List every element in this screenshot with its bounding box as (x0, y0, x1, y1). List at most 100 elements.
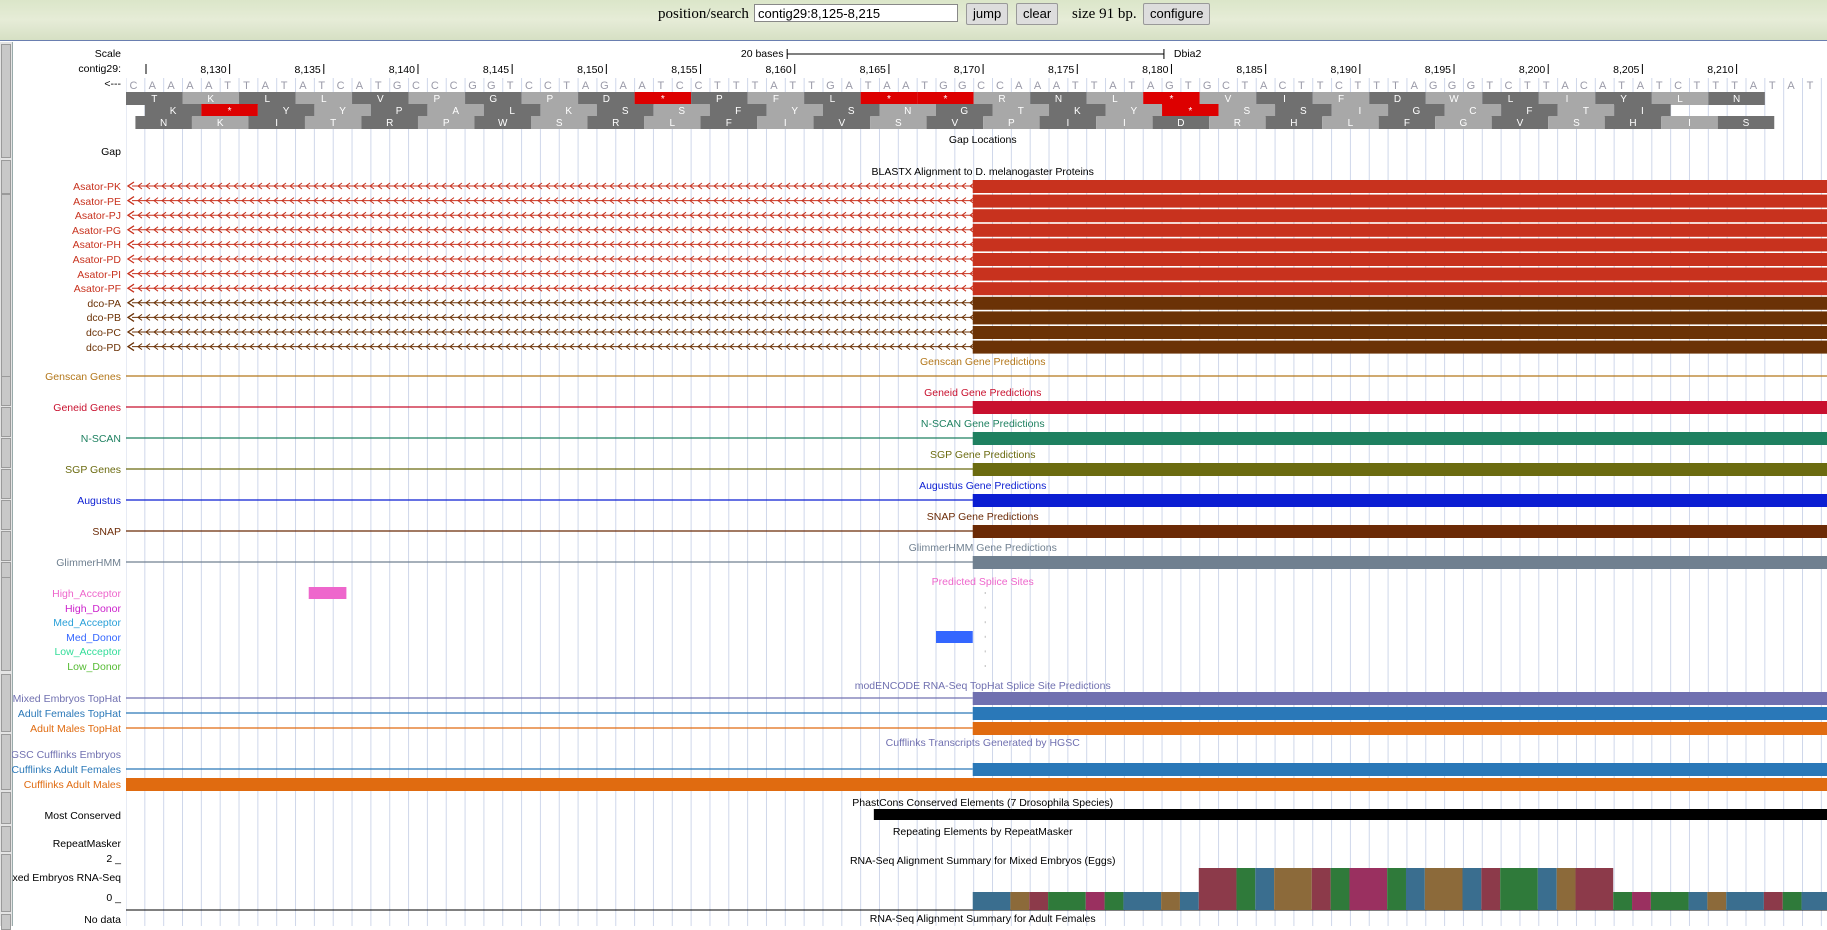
track-drag-handle[interactable] (1, 500, 11, 530)
track-drag-handle[interactable] (1, 469, 11, 499)
splice-item-label[interactable]: High_Acceptor (52, 588, 121, 600)
gene-prediction-title: N-SCAN Gene Predictions (921, 418, 1045, 430)
cufflinks-item-label[interactable]: Cufflinks Adult Males (24, 779, 121, 791)
dna-base: G (1165, 80, 1174, 92)
tophat-item-label[interactable]: Adult Females TopHat (18, 708, 121, 720)
strand-arrow-label[interactable]: <--- (104, 78, 121, 90)
gap-track-label[interactable]: Gap (101, 146, 121, 158)
position-search-input[interactable] (754, 4, 958, 22)
dna-base: T (1807, 80, 1814, 92)
amino-acid-letter: G (1412, 106, 1420, 117)
dna-base: G (1448, 80, 1457, 92)
scale-label[interactable]: Scale (95, 48, 121, 60)
track-drag-handle[interactable] (1, 160, 11, 194)
amino-acid-letter: Y (339, 106, 346, 117)
splice-item-label[interactable]: Low_Acceptor (54, 646, 121, 658)
track-drag-handle[interactable] (1, 674, 11, 732)
dna-base: C (676, 80, 684, 92)
cufflinks-block (972, 763, 1827, 776)
dna-base: C (431, 80, 439, 92)
rnaseq-coverage-bar (1198, 868, 1237, 910)
amino-acid-letter: K (1074, 106, 1081, 117)
dna-base: T (224, 80, 231, 92)
gene-prediction-label[interactable]: Geneid Genes (53, 402, 121, 414)
tophat-item-label[interactable]: Mixed Embryos TopHat (13, 693, 121, 705)
phastcons-label[interactable]: Most Conserved (45, 810, 121, 822)
tophat-item-label[interactable]: Adult Males TopHat (30, 723, 121, 735)
rnaseq-coverage-bar (1632, 892, 1651, 910)
jump-button[interactable]: jump (966, 3, 1009, 25)
contig-label[interactable]: contig29: (78, 63, 121, 75)
blastx-item-label[interactable]: dco-PA (87, 298, 121, 310)
track-drag-handle[interactable] (1, 376, 11, 406)
dna-base: G (958, 80, 967, 92)
blastx-item-label[interactable]: Asator-PD (73, 254, 121, 266)
bottom-track-label[interactable]: No data (84, 914, 121, 926)
rnaseq-ymin-label[interactable]: 0 _ (106, 892, 121, 904)
amino-acid-letter: I (1066, 118, 1069, 129)
repeatmasker-label[interactable]: RepeatMasker (53, 838, 121, 850)
cufflinks-track-title: Cufflinks Transcripts Generated by HGSC (886, 737, 1081, 749)
blastx-item-label[interactable]: Asator-PJ (75, 210, 121, 222)
track-drag-handle[interactable] (1, 914, 11, 930)
amino-acid-letter: * (1170, 94, 1174, 105)
track-drag-handle[interactable] (1, 531, 11, 561)
blastx-item-label[interactable]: dco-PB (87, 312, 121, 324)
high-acceptor-block (308, 587, 347, 599)
splice-item-label[interactable]: Med_Donor (66, 632, 121, 644)
track-drag-handle[interactable] (1, 854, 11, 912)
track-drag-handle[interactable] (1, 826, 11, 852)
gene-prediction-title: Geneid Gene Predictions (924, 387, 1041, 399)
splice-item-label[interactable]: Med_Acceptor (53, 617, 121, 629)
dna-base: T (507, 80, 514, 92)
gene-prediction-label[interactable]: SNAP (92, 526, 121, 538)
clear-button[interactable]: clear (1016, 3, 1059, 25)
track-drag-handle[interactable] (1, 44, 11, 158)
gene-prediction-label[interactable]: Augustus (77, 495, 121, 507)
track-drag-handle[interactable] (1, 792, 11, 824)
splice-item-label[interactable]: High_Donor (65, 603, 121, 615)
amino-acid-letter: L (264, 94, 270, 105)
blastx-item-label[interactable]: Asator-PH (73, 239, 121, 251)
blastx-item-label[interactable]: dco-PC (86, 327, 121, 339)
amino-acid-letter: Y (791, 106, 798, 117)
amino-acid-letter: W (498, 118, 508, 129)
track-image-area[interactable]: 20 bases Dbia2 8,130 8,135 8,140 8,145 8,150 8,… (126, 42, 1827, 926)
blastx-item-label[interactable]: dco-PD (86, 342, 121, 354)
gene-prediction-label[interactable]: N-SCAN (81, 433, 121, 445)
configure-button[interactable]: configure (1143, 3, 1211, 25)
amino-acid-letter: S (1743, 118, 1750, 129)
dna-base: T (752, 80, 759, 92)
gene-prediction-label[interactable]: SGP Genes (65, 464, 121, 476)
cufflinks-item-label[interactable]: HGSC Cufflinks Embryos (12, 749, 121, 761)
dna-base: A (1034, 80, 1042, 92)
splice-tick (984, 621, 986, 624)
track-drag-handle[interactable] (1, 438, 11, 468)
amino-acid-letter: A (452, 106, 459, 117)
amino-acid-letter: H (1629, 118, 1636, 129)
track-drag-handle[interactable] (1, 577, 11, 671)
splice-item-label[interactable]: Low_Donor (67, 661, 121, 673)
track-drag-handle[interactable] (1, 407, 11, 437)
dna-base: T (1128, 80, 1135, 92)
cufflinks-item-label[interactable]: Cufflinks Adult Females (12, 764, 121, 776)
rnaseq-label[interactable]: Mixed Embryos RNA-Seq (12, 872, 121, 884)
gap-track-title: Gap Locations (949, 134, 1017, 146)
tracks-canvas[interactable]: 20 bases Dbia2 8,130 8,135 8,140 8,145 8,150 8,… (126, 42, 1827, 926)
track-drag-handle[interactable] (1, 194, 11, 396)
dna-base: G (826, 80, 835, 92)
amino-acid-letter: S (848, 106, 855, 117)
blastx-item-label[interactable]: Asator-PI (77, 269, 121, 281)
blastx-exon-block (972, 223, 1827, 237)
rnaseq-ymax-label[interactable]: 2 _ (106, 853, 121, 865)
blastx-item-label[interactable]: Asator-PK (73, 181, 121, 193)
gene-prediction-label[interactable]: Genscan Genes (45, 371, 121, 383)
blastx-item-label[interactable]: Asator-PG (72, 225, 121, 237)
gene-prediction-label[interactable]: GlimmerHMM (56, 557, 121, 569)
size-text: size 91 bp. (1072, 6, 1137, 22)
amino-acid-letter: D (603, 94, 610, 105)
rnaseq-coverage-bar (1123, 892, 1162, 910)
blastx-item-label[interactable]: Asator-PE (73, 196, 121, 208)
blastx-item-label[interactable]: Asator-PF (74, 283, 121, 295)
track-drag-handle[interactable] (1, 734, 11, 790)
